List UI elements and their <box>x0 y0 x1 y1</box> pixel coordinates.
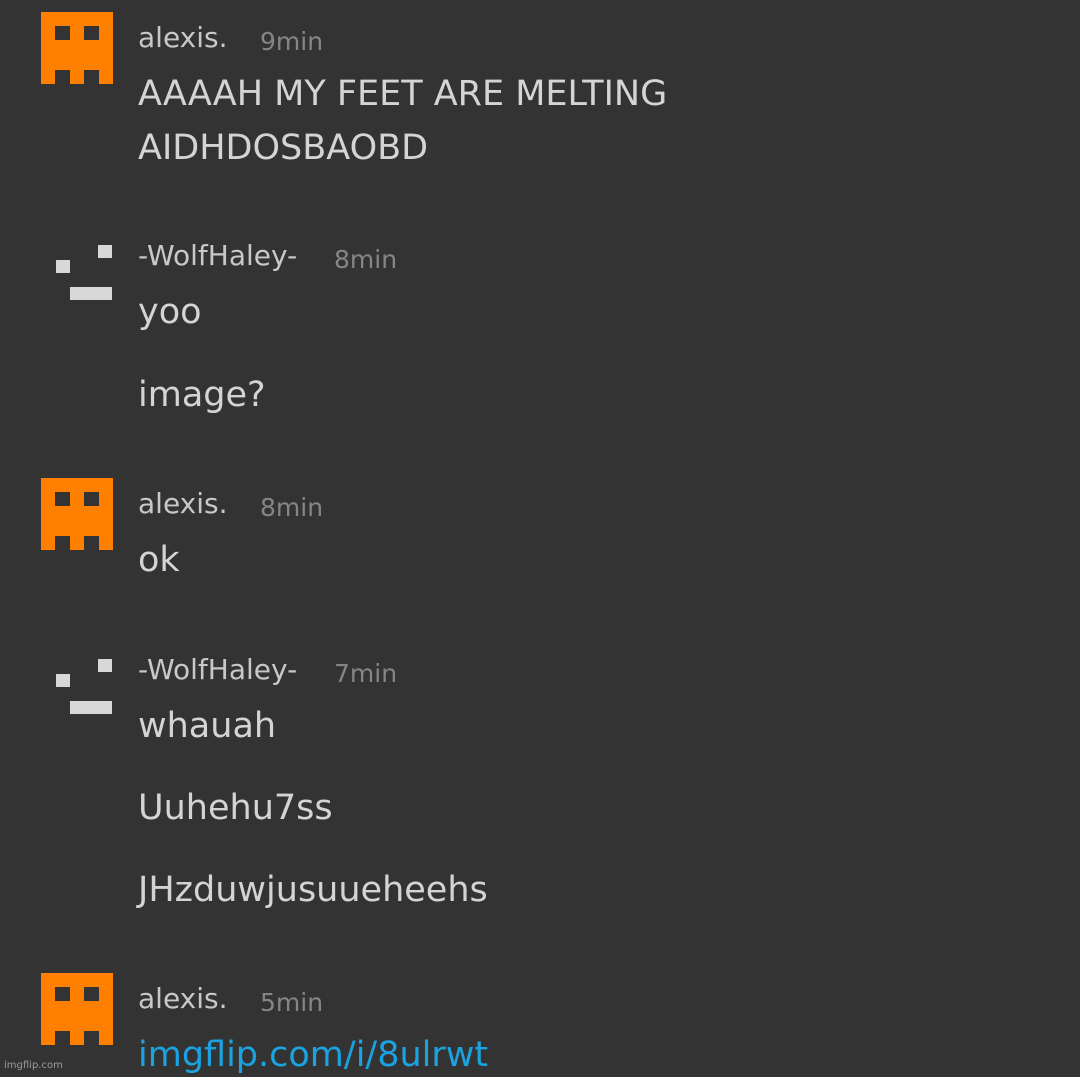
message-text: image? <box>138 375 266 415</box>
timestamp: 5min <box>260 988 324 1017</box>
message-text: Uuhehu7ss <box>138 788 333 828</box>
creeper-face-icon[interactable] <box>41 12 113 84</box>
message-text: AAAAH MY FEET ARE MELTING <box>138 74 668 114</box>
message-text: AIDHDOSBAOBD <box>138 128 429 168</box>
creeper-face-icon[interactable] <box>41 478 113 550</box>
message-link[interactable]: imgflip.com/i/8ulrwt <box>138 1033 488 1077</box>
watermark: imgflip.com <box>4 1060 63 1071</box>
message-text: yoo <box>138 292 202 332</box>
wink-face-icon[interactable] <box>41 644 113 716</box>
timestamp: 7min <box>334 659 398 688</box>
message-text: JHzduwjusuueheehs <box>138 870 488 910</box>
message-text: ok <box>138 540 180 580</box>
timestamp: 8min <box>260 493 324 522</box>
wink-face-icon[interactable] <box>41 230 113 302</box>
timestamp: 8min <box>334 245 398 274</box>
username[interactable]: alexis. <box>138 486 228 522</box>
username[interactable]: alexis. <box>138 981 228 1017</box>
username[interactable]: -WolfHaley- <box>138 238 297 274</box>
timestamp: 9min <box>260 27 324 56</box>
username[interactable]: -WolfHaley- <box>138 652 297 688</box>
message-text: whauah <box>138 706 277 746</box>
username[interactable]: alexis. <box>138 20 228 56</box>
creeper-face-icon[interactable] <box>41 973 113 1045</box>
